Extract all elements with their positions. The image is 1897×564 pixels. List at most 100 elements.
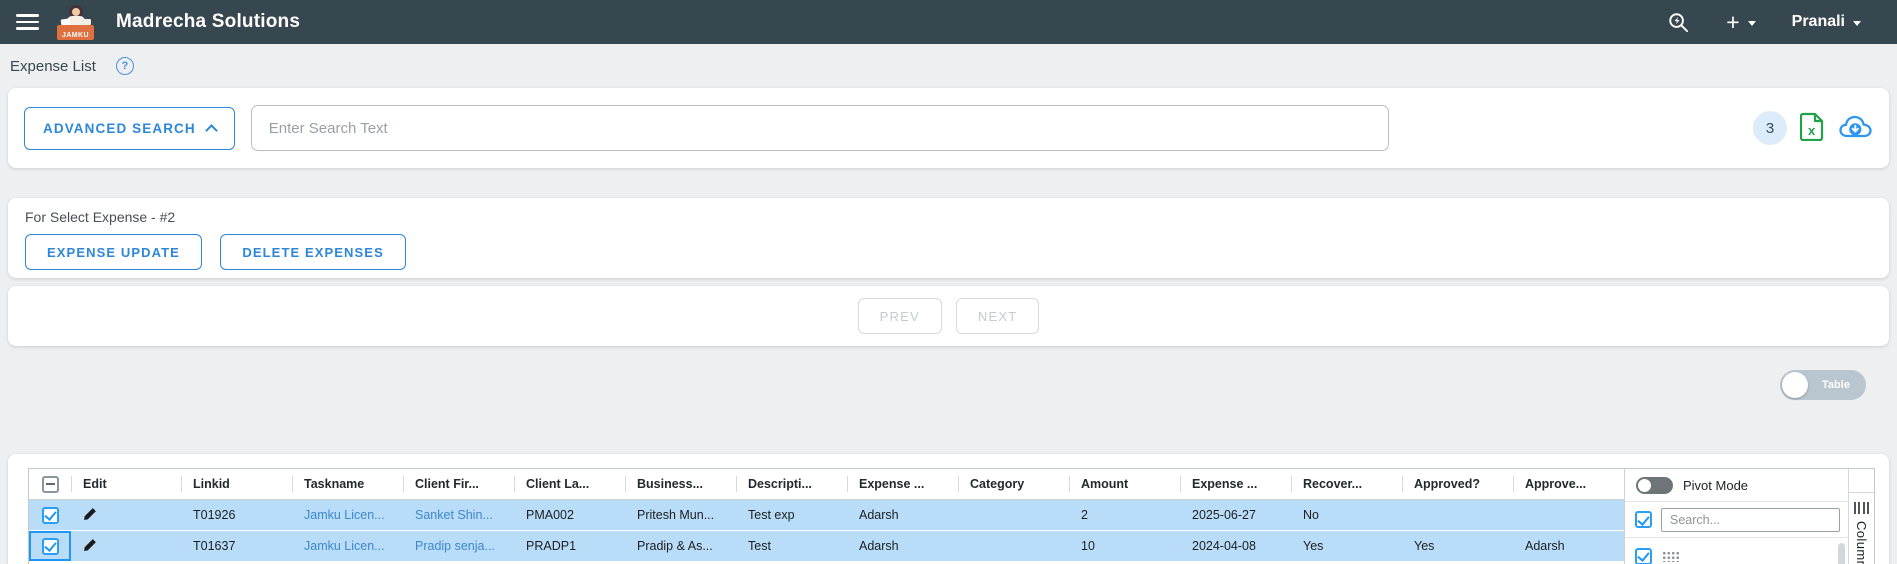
jamku-logo-text: JAMKU <box>62 31 89 40</box>
side-tab-strip: Columns <box>1848 469 1874 564</box>
jamku-logo: JAMKU <box>57 4 94 40</box>
toggle-knob <box>1782 372 1808 398</box>
cell-description: Test exp <box>736 500 847 530</box>
cell-expense-by: Adarsh <box>847 531 958 561</box>
col-header-business[interactable]: Business... <box>625 469 736 499</box>
panel-select-all-checkbox[interactable] <box>1635 511 1652 528</box>
col-header-client-first[interactable]: Client Fir... <box>403 469 514 499</box>
excel-icon: x <box>1800 112 1825 144</box>
cell-taskname-link[interactable]: Jamku Licen... <box>292 500 403 530</box>
select-all-checkbox[interactable] <box>42 476 59 493</box>
expense-grid-card: Edit Linkid Taskname Client Fir... Clien… <box>8 454 1889 564</box>
pager: PREV NEXT <box>8 286 1889 346</box>
col-header-category[interactable]: Category <box>958 469 1069 499</box>
cell-linkid: T01926 <box>181 500 292 530</box>
cell-description: Test <box>736 531 847 561</box>
caret-down-icon <box>1748 21 1756 26</box>
row-checkbox[interactable] <box>42 538 59 555</box>
cell-amount: 10 <box>1069 531 1180 561</box>
next-button[interactable]: NEXT <box>956 298 1039 334</box>
table-row[interactable]: T01637 Jamku Licen... Pradip senja... PR… <box>29 531 1624 562</box>
result-count-badge: 3 <box>1753 111 1787 145</box>
panel-scrollbar[interactable] <box>1838 543 1845 564</box>
column-item-checkbox[interactable] <box>1635 548 1652 564</box>
quick-add-menu[interactable]: + <box>1726 12 1755 32</box>
cell-recoverable: Yes <box>1291 531 1402 561</box>
caret-down-icon <box>1853 21 1861 26</box>
page-head: Expense List ? <box>0 44 1897 88</box>
cell-linkid: T01637 <box>181 531 292 561</box>
cell-client-first-link[interactable]: Sanket Shin... <box>403 500 514 530</box>
cell-business: Pritesh Mun... <box>625 500 736 530</box>
col-header-client-last[interactable]: Client La... <box>514 469 625 499</box>
grid-header-row: Edit Linkid Taskname Client Fir... Clien… <box>29 469 1624 500</box>
col-header-taskname[interactable]: Taskname <box>292 469 403 499</box>
col-header-linkid[interactable]: Linkid <box>181 469 292 499</box>
cell-business: Pradip & As... <box>625 531 736 561</box>
table-row[interactable]: T01926 Jamku Licen... Sanket Shin... PMA… <box>29 500 1624 531</box>
chevron-up-icon <box>205 124 218 137</box>
cell-approver: Adarsh <box>1513 531 1624 561</box>
cell-expense-by: Adarsh <box>847 500 958 530</box>
cloud-download-icon <box>1838 113 1873 143</box>
cell-taskname-link[interactable]: Jamku Licen... <box>292 531 403 561</box>
svg-text:x: x <box>1808 123 1816 138</box>
cell-category <box>958 500 1069 530</box>
delete-expenses-button[interactable]: DELETE EXPENSES <box>220 234 405 270</box>
app-title: Madrecha Solutions <box>116 11 300 33</box>
grip-icon <box>1854 502 1870 514</box>
pivot-mode-toggle[interactable] <box>1636 477 1673 494</box>
plus-icon: + <box>1726 12 1739 32</box>
column-search-input[interactable] <box>1661 508 1840 532</box>
col-header-expense-by[interactable]: Expense ... <box>847 469 958 499</box>
columns-tab[interactable]: Columns <box>1849 493 1874 564</box>
cell-client-first-link[interactable]: Pradip senja... <box>403 531 514 561</box>
pivot-mode-label: Pivot Mode <box>1683 478 1748 493</box>
grid-main: Edit Linkid Taskname Client Fir... Clien… <box>29 469 1624 564</box>
view-toggle-row: Table <box>0 346 1897 454</box>
col-header-recoverable[interactable]: Recover... <box>1291 469 1402 499</box>
global-search-icon[interactable] <box>1667 11 1690 34</box>
cell-approved: Yes <box>1402 531 1513 561</box>
expense-update-button[interactable]: EXPENSE UPDATE <box>25 234 202 270</box>
menu-icon[interactable] <box>16 14 39 30</box>
col-header-description[interactable]: Descripti... <box>736 469 847 499</box>
col-header-expense-date[interactable]: Expense ... <box>1180 469 1291 499</box>
row-checkbox[interactable] <box>42 507 59 524</box>
cell-approver <box>1513 500 1624 530</box>
col-header-edit[interactable]: Edit <box>71 469 181 499</box>
drag-handle-icon[interactable] <box>1662 551 1681 562</box>
col-header-approved[interactable]: Approved? <box>1402 469 1513 499</box>
column-list-item[interactable] <box>1625 538 1848 564</box>
cell-client-last: PRADP1 <box>514 531 625 561</box>
prev-button[interactable]: PREV <box>858 298 942 334</box>
search-toolbar: ADVANCED SEARCH 3 x <box>8 88 1889 168</box>
columns-tool-panel: Pivot Mode <box>1624 469 1848 564</box>
bulk-actions-label: For Select Expense - #2 <box>25 209 1872 225</box>
user-menu[interactable]: Pranali <box>1792 13 1861 31</box>
cell-expense-date: 2024-04-08 <box>1180 531 1291 561</box>
search-input[interactable] <box>251 105 1389 151</box>
pencil-icon <box>83 507 97 524</box>
cell-client-last: PMA002 <box>514 500 625 530</box>
page-title: Expense List <box>10 58 96 75</box>
bulk-actions: For Select Expense - #2 EXPENSE UPDATE D… <box>8 198 1889 278</box>
pencil-icon <box>83 538 97 555</box>
cell-approved <box>1402 500 1513 530</box>
col-header-amount[interactable]: Amount <box>1069 469 1180 499</box>
cell-recoverable: No <box>1291 500 1402 530</box>
table-view-toggle[interactable]: Table <box>1780 370 1866 400</box>
columns-tab-label: Columns <box>1854 521 1869 564</box>
advanced-search-label: ADVANCED SEARCH <box>43 121 196 136</box>
export-excel-button[interactable]: x <box>1800 112 1825 144</box>
edit-cell[interactable] <box>71 531 181 561</box>
cell-category <box>958 531 1069 561</box>
cell-expense-date: 2025-06-27 <box>1180 500 1291 530</box>
expense-grid: Edit Linkid Taskname Client Fir... Clien… <box>28 468 1875 564</box>
advanced-search-button[interactable]: ADVANCED SEARCH <box>24 107 235 150</box>
edit-cell[interactable] <box>71 500 181 530</box>
cloud-download-button[interactable] <box>1838 113 1873 143</box>
col-header-approver[interactable]: Approve... <box>1513 469 1624 499</box>
help-icon[interactable]: ? <box>116 57 134 75</box>
user-name: Pranali <box>1792 13 1845 31</box>
